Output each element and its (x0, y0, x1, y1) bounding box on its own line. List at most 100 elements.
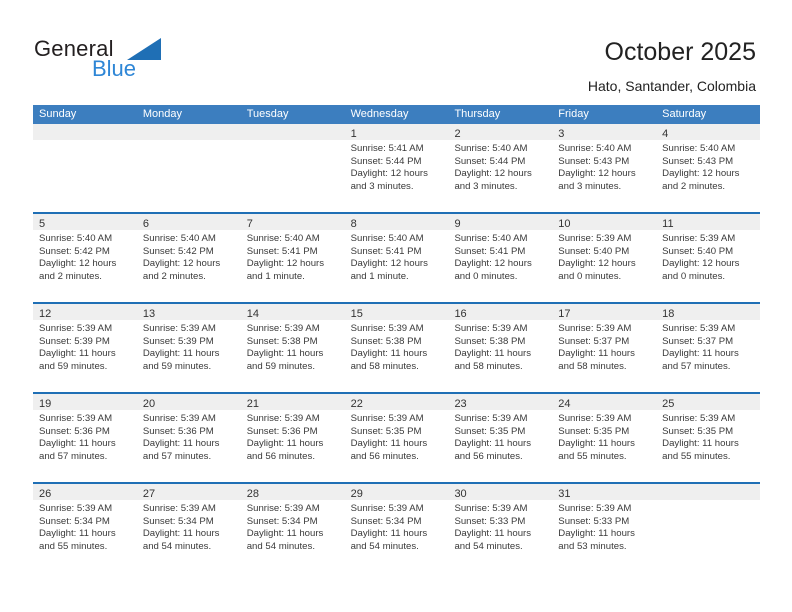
calendar-day-cell[interactable]: 22 Sunrise: 5:39 AM Sunset: 5:35 PM Dayligh… (344, 394, 449, 482)
sunset-text: Sunset: 5:34 PM (39, 515, 110, 527)
day-number: 28 (246, 488, 259, 500)
daylight-text: and 56 minutes. (246, 450, 315, 462)
day-number-band: 17 (552, 304, 657, 320)
daylight-text: and 53 minutes. (558, 540, 627, 552)
day-number-band: 29 (344, 484, 449, 500)
calendar-day-cell[interactable]: 4 Sunrise: 5:40 AM Sunset: 5:43 PM Daylight… (656, 124, 761, 212)
daylight-text: and 3 minutes. (558, 180, 622, 192)
sunset-text: Sunset: 5:33 PM (558, 515, 630, 527)
daylight-text: Daylight: 12 hours (454, 258, 532, 270)
day-number: 3 (558, 128, 565, 140)
day-number-band: 13 (136, 304, 241, 320)
calendar-day-cell[interactable]: 24 Sunrise: 5:39 AM Sunset: 5:35 PM Dayligh… (552, 394, 657, 482)
calendar-day-cell[interactable]: 13 Sunrise: 5:39 AM Sunset: 5:39 PM Dayligh… (136, 304, 241, 392)
daylight-text: and 57 minutes. (142, 450, 212, 462)
day-number-band: 28 (240, 484, 345, 500)
daylight-text: and 0 minutes. (558, 270, 622, 282)
day-details (137, 140, 241, 143)
day-details: Sunrise: 5:41 AM Sunset: 5:44 PM Daylight:… (345, 140, 449, 193)
calendar-day-cell[interactable]: 9 Sunrise: 5:40 AM Sunset: 5:41 PM Daylight… (448, 214, 553, 302)
day-details: Sunrise: 5:39 AM Sunset: 5:34 PM Daylight:… (33, 500, 137, 553)
sunrise-text: Sunrise: 5:39 AM (454, 413, 528, 424)
weekday-header-monday: Monday (142, 108, 182, 120)
calendar-day-cell[interactable]: 27 Sunrise: 5:39 AM Sunset: 5:34 PM Dayligh… (136, 484, 241, 572)
calendar-day-cell[interactable]: 2 Sunrise: 5:40 AM Sunset: 5:44 PM Daylight… (448, 124, 553, 212)
sunrise-text: Sunrise: 5:39 AM (454, 503, 528, 514)
daylight-text: Daylight: 11 hours (246, 348, 324, 360)
calendar-day-cell[interactable]: 8 Sunrise: 5:40 AM Sunset: 5:41 PM Daylight… (344, 214, 449, 302)
daylight-text: and 58 minutes. (558, 360, 627, 372)
day-number: 31 (558, 488, 571, 500)
sunset-text: Sunset: 5:34 PM (246, 515, 318, 527)
day-number-band: 15 (344, 304, 449, 320)
weekday-header-tuesday: Tuesday (246, 108, 289, 120)
day-number-band: 21 (240, 394, 345, 410)
day-number-band: 23 (448, 394, 553, 410)
daylight-text: Daylight: 11 hours (142, 348, 220, 360)
calendar-day-cell[interactable]: 28 Sunrise: 5:39 AM Sunset: 5:34 PM Dayligh… (240, 484, 345, 572)
calendar-day-cell[interactable]: 5 Sunrise: 5:40 AM Sunset: 5:42 PM Daylight… (33, 214, 137, 302)
sunrise-text: Sunrise: 5:41 AM (350, 143, 424, 154)
day-number-band: 2 (448, 124, 553, 140)
daylight-text: Daylight: 11 hours (662, 348, 739, 360)
calendar-day-cell[interactable]: 6 Sunrise: 5:40 AM Sunset: 5:42 PM Daylight… (136, 214, 241, 302)
daylight-text: Daylight: 11 hours (246, 528, 324, 540)
calendar-day-cell[interactable]: 21 Sunrise: 5:39 AM Sunset: 5:36 PM Dayligh… (240, 394, 345, 482)
sunset-text: Sunset: 5:42 PM (39, 245, 110, 257)
daylight-text: and 59 minutes. (39, 360, 108, 372)
sunrise-text: Sunrise: 5:39 AM (558, 233, 632, 244)
calendar-week-row: 12 Sunrise: 5:39 AM Sunset: 5:39 PM Dayligh… (33, 302, 761, 392)
sunrise-text: Sunrise: 5:39 AM (142, 503, 216, 514)
day-number-band: 6 (136, 214, 241, 230)
calendar-day-cell[interactable]: 18 Sunrise: 5:39 AM Sunset: 5:37 PM Dayligh… (656, 304, 761, 392)
calendar-day-cell[interactable]: 26 Sunrise: 5:39 AM Sunset: 5:34 PM Dayligh… (33, 484, 137, 572)
general-blue-logo[interactable]: General Blue (34, 36, 254, 92)
calendar-day-cell[interactable]: 12 Sunrise: 5:39 AM Sunset: 5:39 PM Dayligh… (33, 304, 137, 392)
day-number: 27 (142, 488, 156, 500)
calendar-day-cell[interactable]: 1 Sunrise: 5:41 AM Sunset: 5:44 PM Daylight… (344, 124, 449, 212)
calendar-day-cell[interactable]: 25 Sunrise: 5:39 AM Sunset: 5:35 PM Dayligh… (656, 394, 761, 482)
sunset-text: Sunset: 5:38 PM (454, 335, 526, 347)
daylight-text: and 1 minute. (246, 270, 305, 282)
sunset-text: Sunset: 5:35 PM (350, 425, 422, 437)
day-number: 25 (662, 398, 675, 410)
sunrise-text: Sunrise: 5:39 AM (454, 323, 528, 334)
daylight-text: Daylight: 11 hours (246, 438, 324, 450)
day-details: Sunrise: 5:39 AM Sunset: 5:37 PM Daylight:… (552, 320, 656, 373)
calendar-day-cell[interactable]: 7 Sunrise: 5:40 AM Sunset: 5:41 PM Daylight… (240, 214, 345, 302)
sunrise-text: Sunrise: 5:39 AM (558, 503, 632, 514)
calendar-day-cell[interactable]: 31 Sunrise: 5:39 AM Sunset: 5:33 PM Dayligh… (552, 484, 657, 572)
day-number: 15 (350, 308, 363, 320)
day-number: 29 (350, 488, 363, 500)
calendar-day-cell-empty (240, 124, 345, 212)
sunset-text: Sunset: 5:42 PM (142, 245, 214, 257)
calendar-day-cell[interactable]: 10 Sunrise: 5:39 AM Sunset: 5:40 PM Dayligh… (552, 214, 657, 302)
calendar-day-cell[interactable]: 16 Sunrise: 5:39 AM Sunset: 5:38 PM Dayligh… (448, 304, 553, 392)
calendar-day-cell[interactable]: 30 Sunrise: 5:39 AM Sunset: 5:33 PM Dayligh… (448, 484, 553, 572)
daylight-text: Daylight: 11 hours (558, 438, 635, 450)
calendar-day-cell[interactable]: 11 Sunrise: 5:39 AM Sunset: 5:40 PM Dayligh… (656, 214, 761, 302)
daylight-text: Daylight: 11 hours (558, 528, 635, 540)
calendar-day-cell[interactable]: 14 Sunrise: 5:39 AM Sunset: 5:38 PM Dayligh… (240, 304, 345, 392)
calendar-day-cell[interactable]: 3 Sunrise: 5:40 AM Sunset: 5:43 PM Daylight… (552, 124, 657, 212)
daylight-text: Daylight: 11 hours (662, 438, 739, 450)
calendar-day-cell[interactable]: 19 Sunrise: 5:39 AM Sunset: 5:36 PM Dayligh… (33, 394, 137, 482)
day-number-band: 3 (552, 124, 657, 140)
calendar-day-cell[interactable]: 20 Sunrise: 5:39 AM Sunset: 5:36 PM Dayligh… (136, 394, 241, 482)
day-number-band: 19 (33, 394, 137, 410)
sunset-text: Sunset: 5:38 PM (350, 335, 422, 347)
day-number: 16 (454, 308, 467, 320)
day-details: Sunrise: 5:39 AM Sunset: 5:35 PM Daylight:… (552, 410, 656, 463)
daylight-text: and 54 minutes. (142, 540, 212, 552)
weekday-header-thursday: Thursday (454, 108, 501, 120)
calendar-day-cell[interactable]: 17 Sunrise: 5:39 AM Sunset: 5:37 PM Dayligh… (552, 304, 657, 392)
daylight-text: and 56 minutes. (350, 450, 419, 462)
sunrise-text: Sunrise: 5:39 AM (246, 413, 320, 424)
calendar-day-cell[interactable]: 15 Sunrise: 5:39 AM Sunset: 5:38 PM Dayligh… (344, 304, 449, 392)
sunrise-text: Sunrise: 5:39 AM (39, 413, 113, 424)
calendar-day-cell[interactable]: 29 Sunrise: 5:39 AM Sunset: 5:34 PM Dayligh… (344, 484, 449, 572)
sunrise-text: Sunrise: 5:40 AM (454, 143, 528, 154)
calendar-page: General Blue October 2025 Hato, Santande… (0, 0, 792, 612)
day-number-band: 24 (552, 394, 657, 410)
calendar-day-cell[interactable]: 23 Sunrise: 5:39 AM Sunset: 5:35 PM Dayligh… (448, 394, 553, 482)
